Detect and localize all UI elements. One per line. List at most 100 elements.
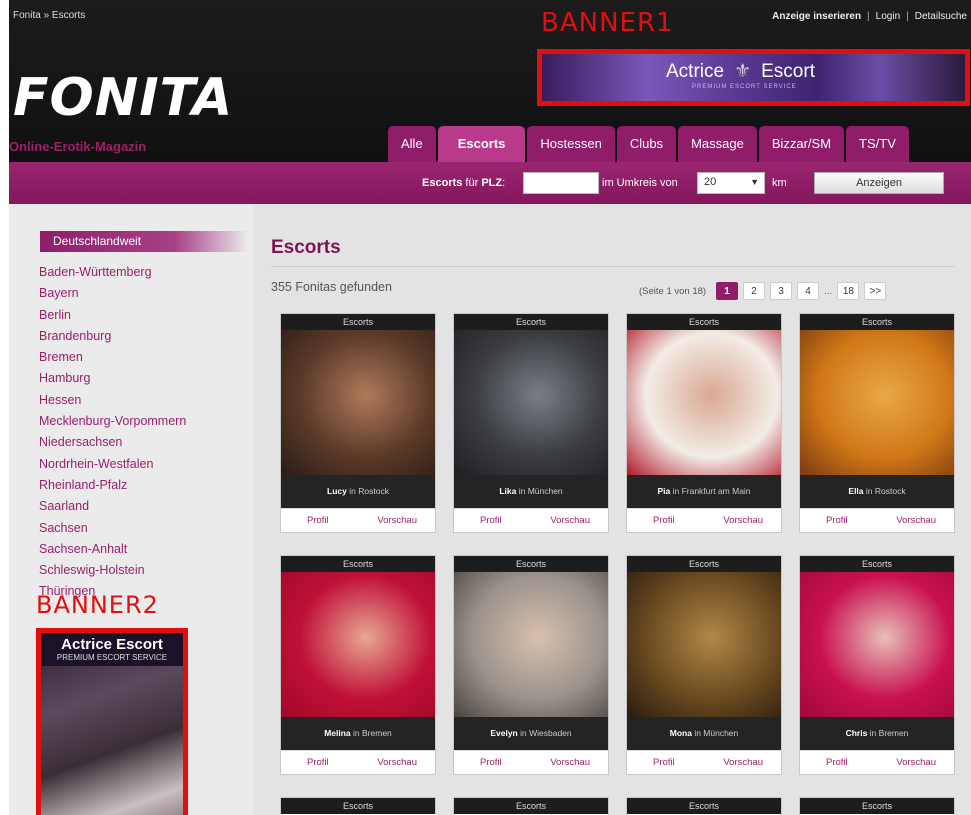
preview-link[interactable]: Vorschau — [723, 515, 763, 526]
card-category: Escorts — [627, 314, 781, 330]
profile-city: in München — [518, 486, 563, 496]
results-count: 355 Fonitas gefunden — [271, 280, 392, 294]
region-link[interactable]: Rheinland-Pfalz — [39, 478, 186, 499]
profile-link[interactable]: Profil — [307, 757, 329, 768]
card-caption: Mona in München — [627, 717, 781, 750]
profile-name[interactable]: Melina — [324, 728, 350, 738]
preview-link[interactable]: Vorschau — [896, 515, 936, 526]
site-logo[interactable]: FONITA — [13, 72, 233, 124]
next-page-button[interactable]: >> — [864, 282, 887, 300]
profile-photo[interactable] — [800, 330, 954, 475]
card-category: Escorts — [454, 798, 608, 814]
profile-city: in Bremen — [353, 728, 392, 738]
tab-clubs[interactable]: Clubs — [616, 126, 677, 162]
profile-photo[interactable] — [454, 572, 608, 717]
region-link[interactable]: Mecklenburg-Vorpommern — [39, 414, 186, 435]
card-actions: Profil Vorschau — [800, 508, 954, 532]
region-link[interactable]: Niedersachsen — [39, 435, 186, 456]
tab-hostessen[interactable]: Hostessen — [527, 126, 615, 162]
profile-photo[interactable] — [800, 572, 954, 717]
profile-card[interactable]: Escorts Chris in Bremen Profil Vorschau — [799, 555, 955, 775]
profile-photo[interactable] — [281, 330, 435, 475]
card-caption: Evelyn in Wiesbaden — [454, 717, 608, 750]
sidebar-heading[interactable]: Deutschlandweit — [40, 231, 248, 252]
banner1-title: Actrice ⚜ Escort — [666, 60, 815, 83]
profile-link[interactable]: Profil — [653, 757, 675, 768]
profile-city: in Wiesbaden — [520, 728, 572, 738]
tab-massage[interactable]: Massage — [678, 126, 757, 162]
page-button[interactable]: 3 — [770, 282, 793, 300]
profile-card[interactable]: Escorts Melina in Bremen Profil Vorschau — [280, 555, 436, 775]
region-link[interactable]: Baden-Württemberg — [39, 265, 186, 286]
detail-search-link[interactable]: Detailsuche — [915, 11, 967, 22]
sidebar: Deutschlandweit Baden-Württemberg Bayern B… — [9, 204, 253, 815]
profile-name[interactable]: Ella — [848, 486, 863, 496]
page-button[interactable]: 2 — [743, 282, 766, 300]
profile-card[interactable]: Escorts — [280, 797, 436, 815]
plz-input[interactable] — [523, 172, 599, 194]
login-link[interactable]: Login — [876, 11, 900, 22]
profile-photo[interactable] — [627, 330, 781, 475]
profile-link[interactable]: Profil — [307, 515, 329, 526]
card-category: Escorts — [800, 556, 954, 572]
region-link[interactable]: Bayern — [39, 286, 186, 307]
search-submit-button[interactable]: Anzeigen — [814, 172, 944, 194]
region-link[interactable]: Nordrhein-Westfalen — [39, 457, 186, 478]
profile-link[interactable]: Profil — [480, 757, 502, 768]
preview-link[interactable]: Vorschau — [550, 757, 590, 768]
profile-photo[interactable] — [454, 330, 608, 475]
profile-link[interactable]: Profil — [826, 757, 848, 768]
post-ad-link[interactable]: Anzeige inserieren — [772, 11, 861, 22]
profile-name[interactable]: Lucy — [327, 486, 347, 496]
preview-link[interactable]: Vorschau — [377, 757, 417, 768]
profile-city: in Rostock — [865, 486, 906, 496]
profile-link[interactable]: Profil — [480, 515, 502, 526]
page-button[interactable]: 4 — [797, 282, 820, 300]
tab-escorts[interactable]: Escorts — [437, 126, 526, 162]
region-link[interactable]: Berlin — [39, 308, 186, 329]
region-link[interactable]: Sachsen-Anhalt — [39, 542, 186, 563]
profile-card[interactable]: Escorts Lika in München Profil Vorschau — [453, 313, 609, 533]
region-link[interactable]: Sachsen — [39, 521, 186, 542]
profile-card[interactable]: Escorts — [799, 797, 955, 815]
region-link[interactable]: Schleswig-Holstein — [39, 563, 186, 584]
region-link[interactable]: Hamburg — [39, 371, 186, 392]
tab-bizzar-sm[interactable]: Bizzar/SM — [758, 126, 845, 162]
tab-ts-tv[interactable]: TS/TV — [846, 126, 909, 162]
profile-name[interactable]: Pia — [657, 486, 670, 496]
region-link[interactable]: Bremen — [39, 350, 186, 371]
profile-name[interactable]: Chris — [846, 728, 868, 738]
banner2-ad[interactable]: Actrice Escort PREMIUM ESCORT SERVICE — [36, 628, 188, 815]
preview-link[interactable]: Vorschau — [896, 757, 936, 768]
profile-card[interactable]: Escorts Pia in Frankfurt am Main Profil Vor… — [626, 313, 782, 533]
region-link[interactable]: Brandenburg — [39, 329, 186, 350]
profile-name[interactable]: Lika — [499, 486, 516, 496]
profile-card[interactable]: Escorts Evelyn in Wiesbaden Profil Vorschau — [453, 555, 609, 775]
browser-page: Fonita » Escorts Anzeige inserieren | Logi… — [9, 0, 971, 815]
profile-card[interactable]: Escorts Lucy in Rostock Profil Vorschau — [280, 313, 436, 533]
radius-select[interactable]: 20 ▼ — [697, 172, 765, 194]
region-link[interactable]: Hessen — [39, 393, 186, 414]
last-page-button[interactable]: 18 — [837, 282, 860, 300]
profile-card[interactable]: Escorts — [453, 797, 609, 815]
preview-link[interactable]: Vorschau — [723, 757, 763, 768]
card-category: Escorts — [454, 314, 608, 330]
profile-link[interactable]: Profil — [653, 515, 675, 526]
card-actions: Profil Vorschau — [627, 508, 781, 532]
profile-card[interactable]: Escorts Mona in München Profil Vorschau — [626, 555, 782, 775]
region-link[interactable]: Saarland — [39, 499, 186, 520]
preview-link[interactable]: Vorschau — [550, 515, 590, 526]
tab-alle[interactable]: Alle — [388, 126, 436, 162]
page-button[interactable]: 1 — [716, 282, 739, 300]
profile-name[interactable]: Mona — [670, 728, 692, 738]
preview-link[interactable]: Vorschau — [377, 515, 417, 526]
breadcrumb[interactable]: Fonita » Escorts — [13, 10, 85, 21]
profile-link[interactable]: Profil — [826, 515, 848, 526]
banner1-ad[interactable]: Actrice ⚜ Escort PREMIUM ESCORT SERVICE — [537, 49, 970, 106]
profile-name[interactable]: Evelyn — [490, 728, 517, 738]
profile-card[interactable]: Escorts Ella in Rostock Profil Vorschau — [799, 313, 955, 533]
profile-photo[interactable] — [281, 572, 435, 717]
profile-city: in Bremen — [869, 728, 909, 738]
profile-card[interactable]: Escorts — [626, 797, 782, 815]
profile-photo[interactable] — [627, 572, 781, 717]
